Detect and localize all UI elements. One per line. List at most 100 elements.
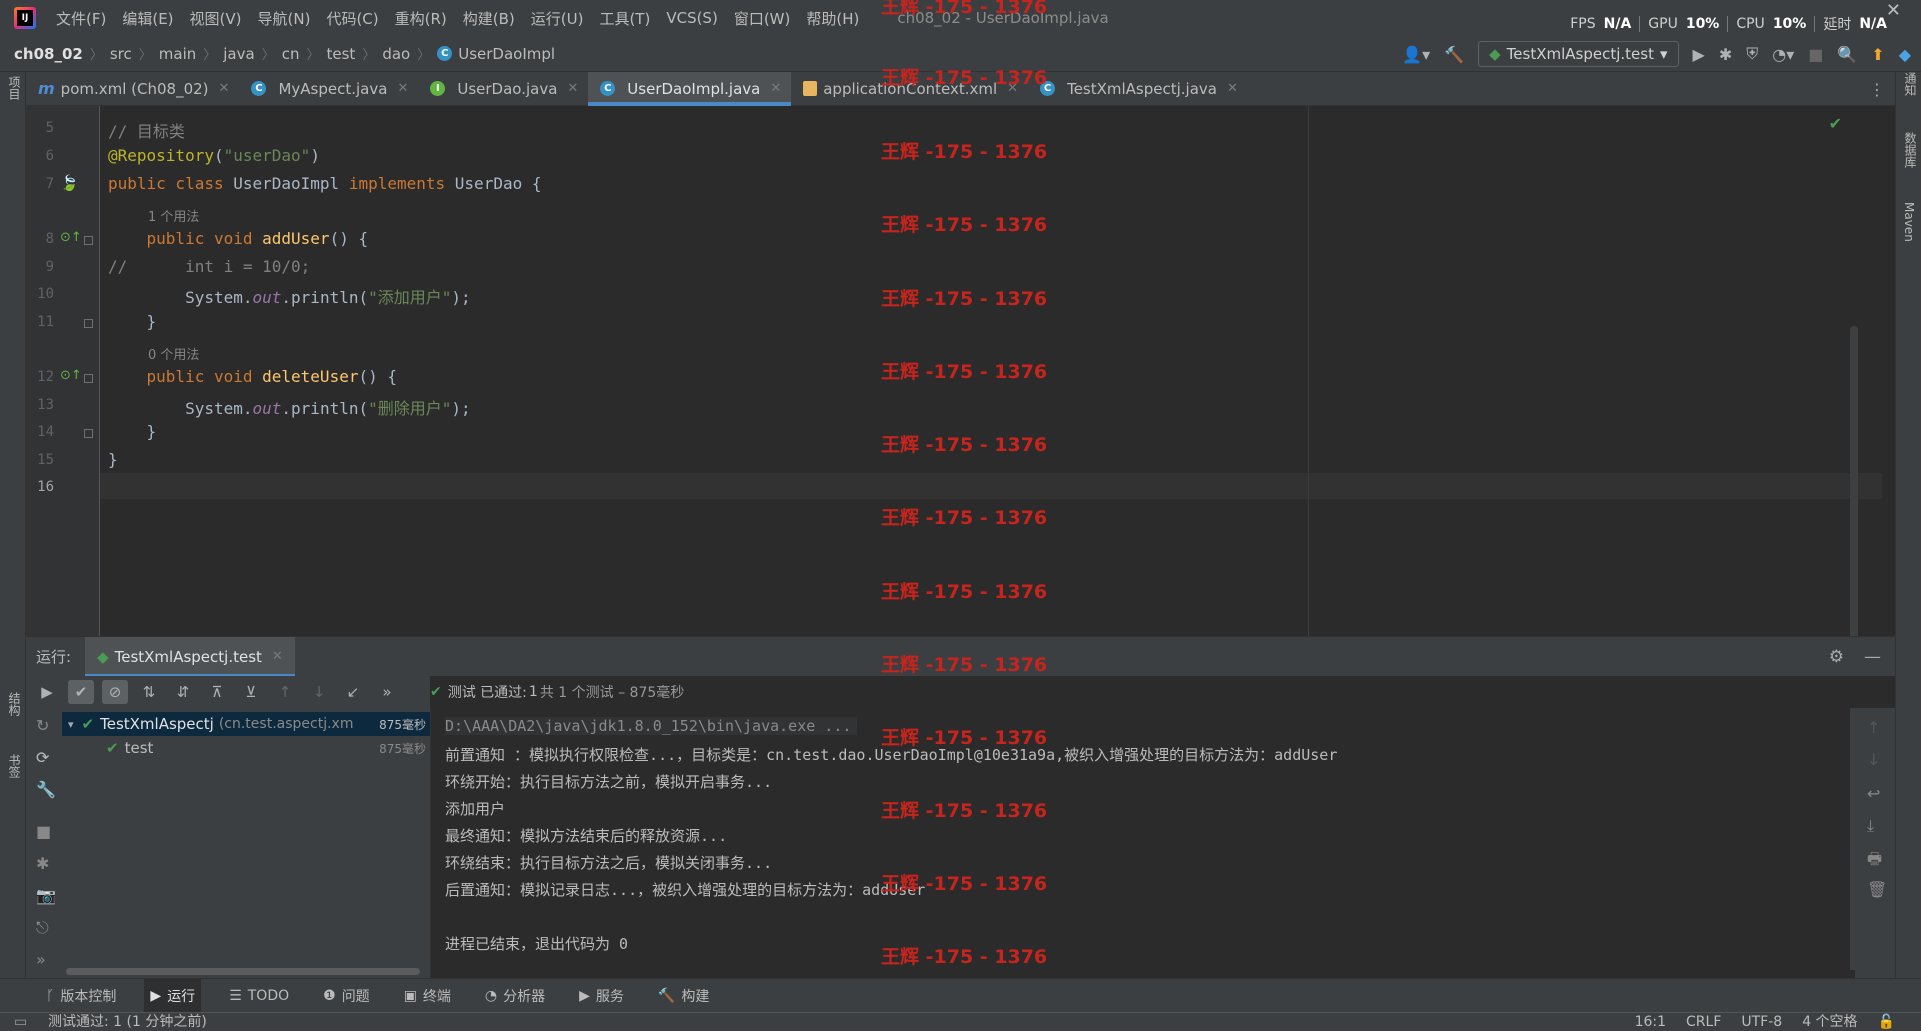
tree-node-root[interactable]: ▾ ✔ TestXmlAspectj (cn.test.aspectj.xm 8… (62, 712, 430, 736)
usage-hint[interactable]: 0 个用法 (148, 344, 199, 363)
more-icon[interactable]: » (374, 680, 400, 704)
layout-icon[interactable]: ▭ (14, 1013, 27, 1031)
tool-problems[interactable]: ❶ 问题 (317, 979, 376, 1013)
more-vertical-icon[interactable]: ⋮ (1869, 80, 1885, 99)
inspection-ok-icon[interactable]: ✔ (1829, 114, 1842, 133)
close-icon[interactable]: ✕ (219, 81, 230, 96)
tab-pom-xml[interactable]: m pom.xml (Ch08_02) ✕ (26, 72, 239, 105)
chevron-down-icon[interactable]: ▾ (68, 718, 74, 731)
menu-vcs[interactable]: VCS(S) (658, 9, 725, 27)
breadcrumb-java[interactable]: java (223, 45, 254, 63)
jetbrains-icon[interactable]: ◆ (1899, 45, 1911, 64)
fold-icon[interactable] (84, 429, 93, 438)
print-icon[interactable]: 🖶 (1867, 848, 1882, 875)
sort-alpha-icon[interactable]: ⇅ (136, 680, 162, 704)
menu-code[interactable]: 代码(C) (318, 8, 386, 29)
project-tool-button[interactable]: 项目 (6, 76, 23, 100)
debug-icon[interactable]: ✱ (36, 854, 49, 873)
implements-method-icon[interactable]: ⊙↑ (60, 368, 82, 383)
run-icon[interactable]: ▶ (1693, 45, 1705, 64)
menu-navigate[interactable]: 导航(N) (250, 8, 319, 29)
menu-tools[interactable]: 工具(T) (591, 8, 658, 29)
menu-refactor[interactable]: 重构(R) (387, 8, 455, 29)
implements-method-icon[interactable]: ⊙↑ (60, 230, 82, 245)
menu-window[interactable]: 窗口(W) (726, 8, 799, 29)
sort-duration-icon[interactable]: ⇵ (170, 680, 196, 704)
exit-icon[interactable]: ⎋ (36, 918, 49, 938)
profiler-icon[interactable]: ◔▾ (1772, 45, 1794, 64)
scroll-to-end-icon[interactable]: ⤓ (1867, 816, 1874, 836)
rerun-icon[interactable]: ▶ (34, 680, 60, 704)
rerun-failed-icon[interactable]: ↻ (36, 716, 49, 735)
tree-node-test[interactable]: ✔ test 875毫秒 (62, 736, 430, 760)
menu-edit[interactable]: 编辑(E) (114, 8, 181, 29)
breadcrumb-class[interactable]: UserDaoImpl (458, 45, 555, 63)
file-encoding[interactable]: UTF-8 (1741, 1013, 1782, 1031)
fold-icon[interactable] (84, 236, 93, 245)
arrow-up-icon[interactable]: ↑ (1867, 718, 1880, 737)
breadcrumb-src[interactable]: src (110, 45, 132, 63)
next-failed-icon[interactable]: ↓ (306, 680, 332, 704)
tool-run[interactable]: ▶ 运行 (144, 978, 202, 1013)
tool-profiler[interactable]: ◔ 分析器 (479, 979, 551, 1013)
prev-failed-icon[interactable]: ↑ (272, 680, 298, 704)
breadcrumb-main[interactable]: main (159, 45, 196, 63)
notifications-tool-button[interactable]: 通知 (1902, 72, 1919, 96)
maven-tool-button[interactable]: Maven (1902, 202, 1916, 242)
tree-horizontal-scrollbar[interactable] (66, 968, 420, 975)
build-hammer-icon[interactable]: 🔨 (1444, 45, 1464, 64)
breadcrumb-test[interactable]: test (327, 45, 356, 63)
close-icon[interactable]: ✕ (397, 81, 408, 96)
gear-icon[interactable]: ⚙ (1829, 647, 1844, 667)
breadcrumb-dao[interactable]: dao (382, 45, 410, 63)
import-tests-icon[interactable]: ↙ (340, 680, 366, 704)
tool-vcs[interactable]: ᚴ 版本控制 (40, 979, 122, 1013)
usage-hint[interactable]: 1 个用法 (148, 206, 199, 225)
tool-terminal[interactable]: ▣ 终端 (398, 979, 457, 1013)
stop-icon[interactable]: ■ (36, 822, 51, 841)
trash-icon[interactable]: 🗑 (1867, 880, 1887, 899)
close-icon[interactable]: ✕ (272, 649, 283, 664)
show-ignored-icon[interactable]: ⊘ (102, 680, 128, 704)
menu-file[interactable]: 文件(F) (48, 8, 114, 29)
breadcrumb-cn[interactable]: cn (282, 45, 300, 63)
arrow-down-icon[interactable]: ↓ (1867, 750, 1880, 769)
minimize-icon[interactable]: — (1864, 647, 1881, 667)
debug-icon[interactable]: ✱ (1719, 45, 1732, 64)
tab-userdao[interactable]: I UserDao.java ✕ (418, 72, 588, 105)
fold-icon[interactable] (84, 374, 93, 383)
collapse-all-icon[interactable]: ⊻ (238, 680, 264, 704)
console-line[interactable]: D:\AAA\DA2\java\jdk1.8.0_152\bin\java.ex… (445, 717, 858, 735)
menu-run[interactable]: 运行(U) (523, 8, 592, 29)
tool-build[interactable]: 🔨 构建 (652, 979, 715, 1013)
menu-view[interactable]: 视图(V) (182, 8, 250, 29)
show-passed-icon[interactable]: ✔ (68, 680, 94, 704)
structure-tool-button[interactable]: 结构 (6, 692, 23, 716)
lock-icon[interactable]: 🔓 (1878, 1013, 1895, 1031)
close-icon[interactable]: ✕ (567, 81, 578, 96)
run-configuration-select[interactable]: ◆ TestXmlAspectj.test ▾ (1478, 41, 1679, 67)
toggle-auto-test-icon[interactable]: ⟳ (36, 748, 49, 767)
tab-testxmlaspectj[interactable]: C TestXmlAspectj.java ✕ (1028, 72, 1248, 105)
expand-all-icon[interactable]: ⊼ (204, 680, 230, 704)
menu-help[interactable]: 帮助(H) (798, 8, 867, 29)
close-icon[interactable]: ✕ (770, 81, 781, 96)
update-icon[interactable]: ⬆ (1871, 45, 1884, 64)
tab-userdaoimpl[interactable]: C UserDaoImpl.java ✕ (588, 72, 792, 106)
close-icon[interactable]: ✕ (1227, 81, 1238, 96)
console-output[interactable]: D:\AAA\DA2\java\jdk1.8.0_152\bin\java.ex… (430, 708, 1870, 978)
stop-icon[interactable]: ■ (1808, 45, 1823, 64)
user-icon[interactable]: 👤▾ (1402, 45, 1430, 64)
status-message[interactable]: 测试通过: 1 (1 分钟之前) (48, 1013, 207, 1031)
close-window-icon[interactable]: ✕ (1886, 0, 1901, 21)
caret-position[interactable]: 16:1 (1635, 1013, 1666, 1031)
wrench-icon[interactable]: 🔧 (36, 780, 56, 799)
camera-icon[interactable]: 📷 (36, 886, 56, 905)
line-separator[interactable]: CRLF (1686, 1013, 1721, 1031)
spring-bean-icon[interactable]: 🍃 (60, 174, 79, 192)
more-icon[interactable]: » (36, 950, 46, 969)
tab-myaspect[interactable]: C MyAspect.java ✕ (239, 72, 418, 105)
fold-icon[interactable] (84, 319, 93, 328)
run-tab[interactable]: ◆ TestXmlAspectj.test ✕ (85, 636, 295, 677)
editor-scrollbar[interactable] (1850, 326, 1858, 636)
